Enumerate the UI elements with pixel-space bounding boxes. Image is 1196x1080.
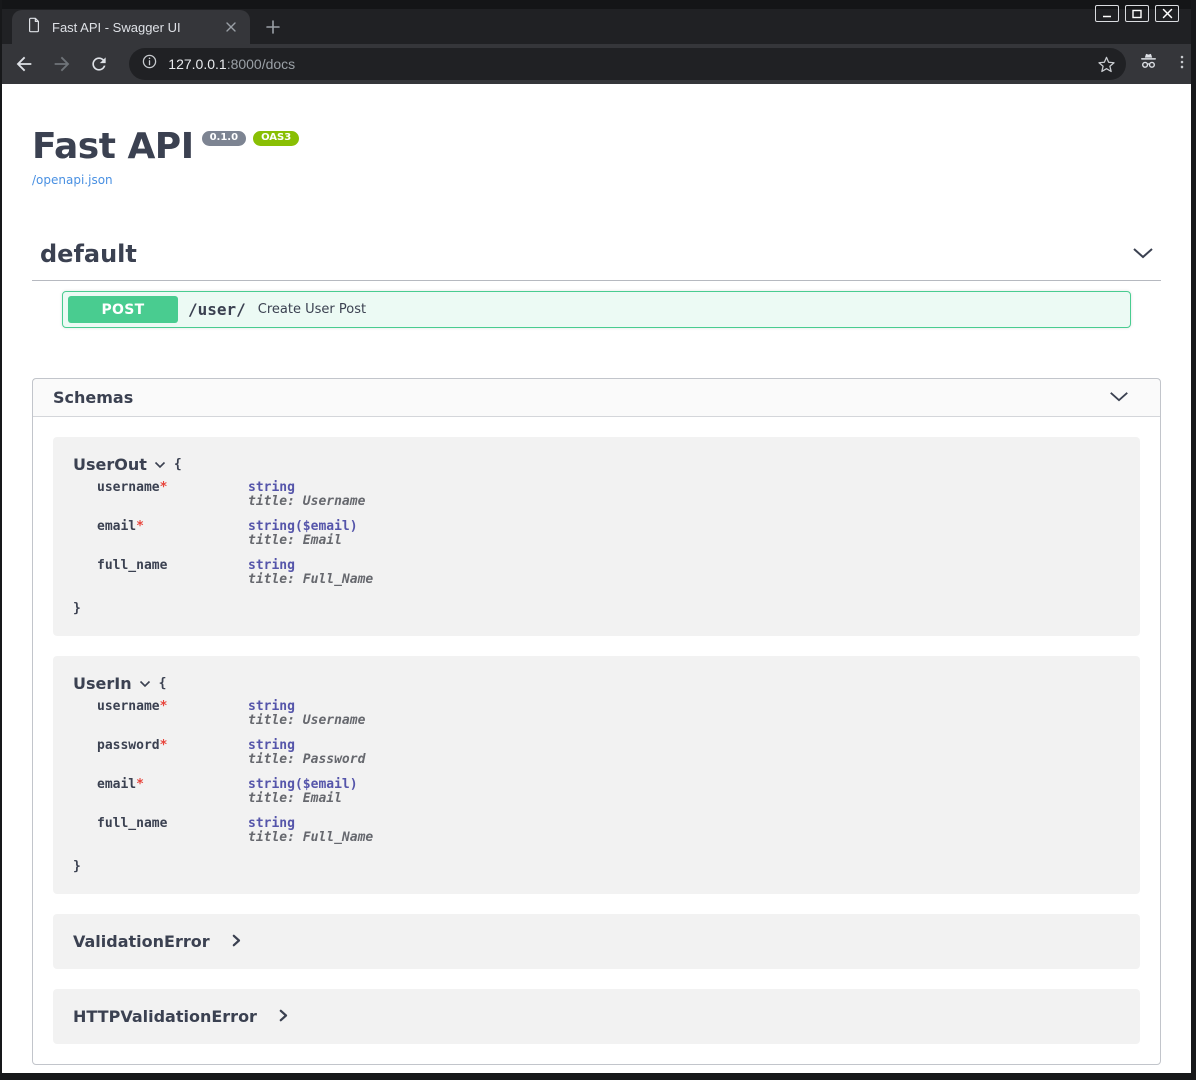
toolbar-right bbox=[1138, 51, 1191, 77]
model-userin: UserIn { username* string title: Usernam… bbox=[53, 656, 1140, 894]
schemas-body: UserOut { username* string title: Userna… bbox=[33, 417, 1160, 1064]
schema-prop-row: password* string title: Password bbox=[97, 736, 1120, 775]
tag-title: default bbox=[40, 240, 137, 268]
close-brace: } bbox=[73, 601, 81, 616]
close-brace: } bbox=[73, 859, 81, 874]
tag-section-default: default POST /user/ Create User Post bbox=[32, 240, 1161, 328]
swagger-page: Fast API 0.1.0 OAS3 /openapi.json defaul… bbox=[2, 84, 1191, 1073]
prop-title: title: Full_Name bbox=[248, 831, 373, 845]
prop-type: string bbox=[248, 739, 365, 753]
schemas-header[interactable]: Schemas bbox=[33, 379, 1160, 417]
close-window-icon[interactable] bbox=[1155, 5, 1179, 22]
prop-type: string($email) bbox=[248, 778, 358, 792]
schema-prop-row: email* string($email) title: Email bbox=[97, 517, 1120, 556]
chevron-right-icon[interactable] bbox=[279, 1007, 288, 1026]
tab-strip: Fast API - Swagger UI bbox=[2, 0, 1191, 44]
reload-icon[interactable] bbox=[84, 48, 116, 80]
api-info: Fast API 0.1.0 OAS3 /openapi.json bbox=[32, 129, 1161, 188]
back-icon[interactable] bbox=[8, 48, 40, 80]
chevron-down-icon[interactable] bbox=[1108, 388, 1130, 407]
prop-type: string bbox=[248, 559, 373, 573]
browser-chrome: Fast API - Swagger UI bbox=[2, 0, 1191, 84]
version-badge: 0.1.0 bbox=[202, 131, 246, 146]
prop-name: email bbox=[97, 777, 136, 792]
prop-name: full_name bbox=[97, 816, 167, 831]
model-title[interactable]: UserOut bbox=[73, 455, 147, 474]
window-controls bbox=[1095, 5, 1179, 22]
schema-prop-row: username* string title: Username bbox=[97, 697, 1120, 736]
required-marker: * bbox=[136, 519, 144, 534]
model-userout: UserOut { username* string title: Userna… bbox=[53, 437, 1140, 636]
url-host: 127.0.0.1 bbox=[168, 56, 226, 72]
browser-window: Fast API - Swagger UI bbox=[0, 0, 1196, 1080]
open-brace: { bbox=[159, 676, 167, 691]
prop-title: title: Full_Name bbox=[248, 573, 373, 587]
schemas-title: Schemas bbox=[53, 388, 133, 407]
chevron-down-icon[interactable] bbox=[154, 461, 166, 469]
new-tab-icon[interactable] bbox=[262, 16, 284, 38]
prop-type: string($email) bbox=[248, 520, 358, 534]
incognito-icon bbox=[1138, 51, 1159, 77]
prop-title: title: Username bbox=[248, 495, 365, 509]
schema-prop-row: username* string title: Username bbox=[97, 478, 1120, 517]
schema-prop-row: full_name string title: Full_Name bbox=[97, 814, 1120, 853]
menu-icon[interactable] bbox=[1173, 53, 1191, 76]
model-title[interactable]: UserIn bbox=[73, 674, 132, 693]
chevron-right-icon[interactable] bbox=[232, 932, 241, 951]
required-marker: * bbox=[136, 777, 144, 792]
prop-title: title: Password bbox=[248, 753, 365, 767]
forward-icon[interactable] bbox=[46, 48, 78, 80]
document-icon bbox=[26, 17, 42, 38]
address-bar[interactable]: 127.0.0.1:8000/docs bbox=[129, 48, 1126, 80]
model-validationerror[interactable]: ValidationError bbox=[53, 914, 1140, 969]
model-title: HTTPValidationError bbox=[73, 1007, 257, 1026]
page-title: Fast API bbox=[32, 129, 194, 165]
endpoint-summary: Create User Post bbox=[258, 302, 366, 317]
browser-toolbar: 127.0.0.1:8000/docs bbox=[2, 44, 1191, 84]
model-title: ValidationError bbox=[73, 932, 210, 951]
post-method-button[interactable]: POST bbox=[68, 296, 178, 323]
prop-name: username bbox=[97, 480, 160, 495]
close-icon[interactable] bbox=[222, 18, 240, 36]
prop-title: title: Email bbox=[248, 534, 358, 548]
prop-type: string bbox=[248, 481, 365, 495]
oas3-badge: OAS3 bbox=[253, 131, 299, 146]
schema-prop-row: email* string($email) title: Email bbox=[97, 775, 1120, 814]
prop-title: title: Email bbox=[248, 792, 358, 806]
maximize-icon[interactable] bbox=[1125, 5, 1149, 22]
endpoint-path: /user/ bbox=[188, 300, 246, 319]
schemas-section: Schemas UserOut { bbox=[32, 378, 1161, 1065]
required-marker: * bbox=[160, 738, 168, 753]
browser-tab[interactable]: Fast API - Swagger UI bbox=[12, 10, 250, 44]
open-brace: { bbox=[174, 457, 182, 472]
prop-name: username bbox=[97, 699, 160, 714]
tag-header[interactable]: default bbox=[32, 240, 1161, 281]
openapi-json-link[interactable]: /openapi.json bbox=[32, 173, 113, 187]
chevron-down-icon[interactable] bbox=[139, 680, 151, 688]
model-httpvalidationerror[interactable]: HTTPValidationError bbox=[53, 989, 1140, 1044]
prop-name: password bbox=[97, 738, 160, 753]
prop-name: email bbox=[97, 519, 136, 534]
url-text[interactable]: 127.0.0.1:8000/docs bbox=[168, 56, 1097, 72]
minimize-icon[interactable] bbox=[1095, 5, 1119, 22]
prop-title: title: Username bbox=[248, 714, 365, 728]
required-marker: * bbox=[160, 480, 168, 495]
endpoint-post-user[interactable]: POST /user/ Create User Post bbox=[62, 291, 1131, 328]
tab-title: Fast API - Swagger UI bbox=[52, 20, 216, 35]
url-path: :8000/docs bbox=[227, 56, 296, 72]
schema-prop-row: full_name string title: Full_Name bbox=[97, 556, 1120, 595]
chevron-down-icon[interactable] bbox=[1131, 245, 1155, 264]
info-icon[interactable] bbox=[141, 53, 158, 75]
prop-name: full_name bbox=[97, 558, 167, 573]
star-icon[interactable] bbox=[1097, 55, 1116, 74]
required-marker: * bbox=[160, 699, 168, 714]
prop-type: string bbox=[248, 817, 373, 831]
prop-type: string bbox=[248, 700, 365, 714]
